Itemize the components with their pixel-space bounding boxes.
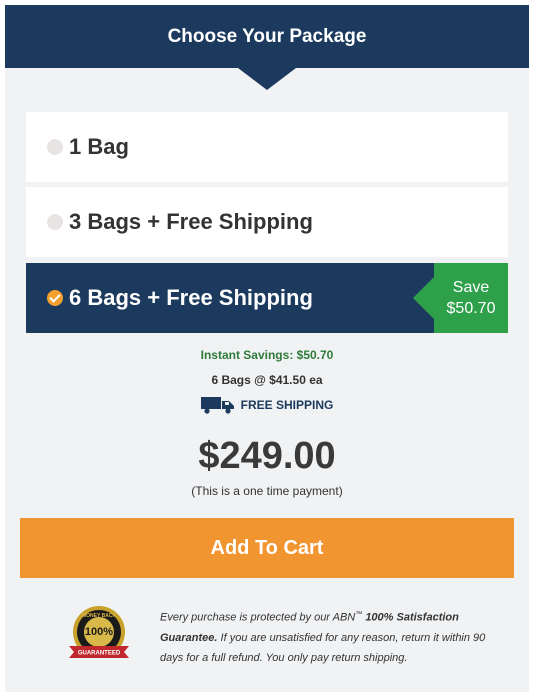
package-panel: Choose Your Package 1 Bag 3 Bags + Free … xyxy=(5,5,529,692)
radio-unselected-icon[interactable] xyxy=(47,214,63,230)
option-label: 3 Bags + Free Shipping xyxy=(69,209,313,234)
radio-unselected-icon[interactable] xyxy=(47,139,63,155)
guarantee-text: Every purchase is protected by our ABN™ … xyxy=(160,605,490,668)
truck-icon xyxy=(200,397,234,414)
package-option-6-bags[interactable]: 6 Bags + Free Shipping Save $50.70 xyxy=(26,263,508,333)
save-badge-label: Save xyxy=(452,279,490,296)
money-back-guarantee-seal-icon: MONEY BACK 100% GUARANTEED xyxy=(69,606,129,658)
free-shipping-label: FREE SHIPPING xyxy=(240,398,334,412)
trademark-mark: ™ xyxy=(355,611,363,618)
header-arrow xyxy=(238,68,296,90)
instant-savings: Instant Savings: $50.70 xyxy=(200,348,334,362)
package-option-1-bag[interactable]: 1 Bag xyxy=(26,112,508,182)
free-shipping-row: FREE SHIPPING xyxy=(5,396,529,414)
seal-percent-text: 100% xyxy=(85,626,113,638)
package-header: Choose Your Package xyxy=(5,5,529,68)
option-label: 6 Bags + Free Shipping xyxy=(69,285,313,310)
seal-top-text: MONEY BACK xyxy=(82,613,116,619)
payment-note: (This is a one time payment) xyxy=(191,484,343,498)
radio-checked-icon[interactable] xyxy=(47,290,63,306)
header-title: Choose Your Package xyxy=(167,25,367,47)
guarantee-text-part-1: Every purchase is protected by our ABN xyxy=(160,611,356,624)
save-badge-amount: $50.70 xyxy=(446,300,496,317)
seal-ribbon-text: GUARANTEED xyxy=(78,651,121,657)
option-label: 1 Bag xyxy=(69,134,129,159)
total-price: $249.00 xyxy=(198,435,336,477)
per-bag-price: 6 Bags @ $41.50 ea xyxy=(211,373,323,387)
package-option-3-bags[interactable]: 3 Bags + Free Shipping xyxy=(26,187,508,257)
add-to-cart-button[interactable]: Add To Cart xyxy=(20,518,514,578)
save-badge: Save $50.70 xyxy=(413,263,508,333)
